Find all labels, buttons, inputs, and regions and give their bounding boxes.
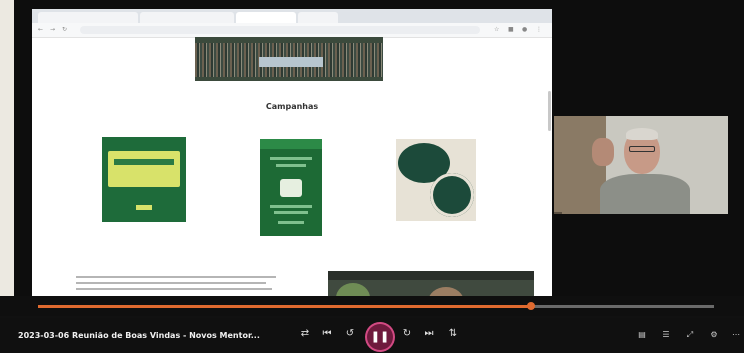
body-text-line: [76, 288, 272, 290]
campaign-card-2[interactable]: [260, 139, 322, 236]
group-photo-banner: [195, 37, 383, 81]
desktop-edge: [0, 0, 14, 300]
profile-icon[interactable]: ●: [522, 26, 527, 34]
bookmark-icon[interactable]: ☆: [494, 26, 499, 34]
page-scrollbar[interactable]: [548, 91, 551, 131]
browser-address-bar: ← → ↻ ☆ ■ ● ⋮: [32, 23, 552, 38]
reload-icon[interactable]: ↻: [62, 26, 67, 34]
playlist-icon[interactable]: ☰: [660, 329, 672, 341]
extensions-icon[interactable]: ■: [508, 26, 514, 34]
seek-bar-handle[interactable]: [527, 302, 535, 310]
repeat-icon[interactable]: ⇅: [446, 327, 460, 341]
forward-icon[interactable]: ↻: [400, 327, 414, 341]
section-title: Campanhas: [265, 102, 319, 111]
next-icon[interactable]: ⏭: [422, 327, 436, 341]
url-field[interactable]: [80, 26, 480, 34]
browser-tab[interactable]: [38, 12, 138, 23]
rewind-icon[interactable]: ↺: [343, 327, 357, 341]
pause-icon[interactable]: ❚❚: [367, 324, 393, 350]
back-icon[interactable]: ←: [38, 26, 43, 34]
body-text-line: [76, 282, 266, 284]
previous-icon[interactable]: ⏮: [320, 327, 334, 341]
forward-nav-icon[interactable]: →: [50, 26, 55, 34]
video-title: 2023-03-06 Reunião de Boas Vindas - Novo…: [18, 331, 260, 340]
embedded-video-title: [328, 271, 534, 280]
campaign-card-3[interactable]: [396, 139, 476, 221]
settings-icon[interactable]: ⚙: [708, 329, 720, 341]
body-text-line: [76, 276, 276, 278]
subtitles-icon[interactable]: ▤: [636, 329, 648, 341]
browser-tab[interactable]: [298, 12, 338, 23]
fullscreen-icon[interactable]: ⤢: [684, 329, 696, 341]
more-icon[interactable]: ⋯: [730, 329, 742, 341]
shared-screen-browser: ← → ↻ ☆ ■ ● ⋮ Campanhas: [32, 9, 552, 296]
participant-name: [554, 212, 562, 214]
shuffle-icon[interactable]: ⇄: [298, 327, 312, 341]
embedded-video[interactable]: [328, 271, 534, 296]
participant-webcam: [554, 116, 728, 214]
campaign-card-1[interactable]: [102, 137, 186, 222]
browser-tab[interactable]: [140, 12, 234, 23]
browser-menu-icon[interactable]: ⋮: [536, 26, 542, 34]
seek-bar-progress: [38, 305, 531, 308]
browser-tab-active[interactable]: [236, 12, 296, 23]
browser-tab-bar: [32, 9, 552, 23]
